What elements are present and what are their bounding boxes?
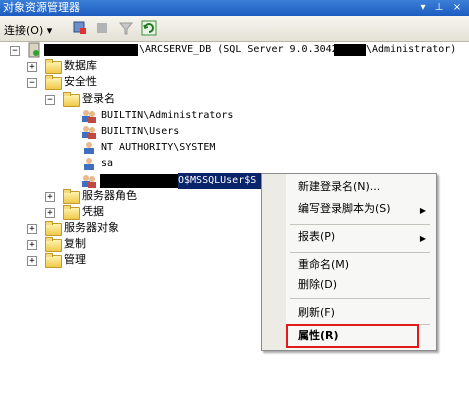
menu-item-label: 重命名(M)	[298, 258, 350, 271]
expand-icon[interactable]: +	[27, 224, 37, 234]
menu-item-rename[interactable]: 重命名(M)	[298, 256, 428, 274]
tree-label: 数据库	[64, 59, 97, 72]
tree-node-login[interactable]: BUILTIN\Users	[0, 124, 260, 140]
login-label: NT AUTHORITY\SYSTEM	[101, 142, 216, 153]
collapse-icon[interactable]: −	[45, 95, 55, 105]
users-group-icon	[82, 110, 96, 123]
tree-node-replication[interactable]: + 复制	[0, 236, 200, 252]
menu-item-script-login[interactable]: 编写登录脚本为(S)	[298, 200, 428, 218]
user-icon	[84, 158, 94, 170]
folder-icon	[45, 59, 62, 74]
tree-node-login[interactable]: BUILTIN\Administrators	[0, 108, 260, 124]
submenu-arrow-icon: ▶	[419, 234, 426, 243]
tree-node-credentials[interactable]: + 凭据	[0, 204, 200, 220]
tree-label: 复制	[64, 237, 86, 250]
menu-separator	[290, 298, 430, 299]
menu-item-delete[interactable]: 删除(D)	[298, 276, 428, 294]
folder-icon	[45, 253, 62, 268]
menu-item-new-login[interactable]: 新建登录名(N)...	[298, 178, 428, 196]
tree-node-management[interactable]: + 管理	[0, 252, 200, 268]
folder-icon	[45, 237, 62, 252]
redacted-block	[44, 44, 138, 56]
menu-separator	[290, 224, 430, 225]
close-icon[interactable]: ×	[450, 0, 464, 16]
collapse-icon[interactable]: −	[10, 46, 20, 56]
menu-item-reports[interactable]: 报表(P)	[298, 228, 428, 246]
connect-label: 连接(O)	[4, 24, 44, 37]
connect-button[interactable]: 连接(O) ▾	[4, 22, 52, 38]
toolbar: 连接(O) ▾	[0, 16, 469, 42]
chevron-down-icon: ▾	[46, 24, 53, 37]
login-label: O$MSSQLUser$S	[178, 175, 257, 186]
expand-icon[interactable]: +	[45, 192, 55, 202]
tree-label: 安全性	[64, 75, 97, 88]
tree-node-logins[interactable]: − 登录名	[0, 91, 200, 107]
expand-icon[interactable]: +	[27, 256, 37, 266]
collapse-icon[interactable]: −	[27, 78, 37, 88]
tree-node-login-selected[interactable]: O$MSSQLUser$S	[0, 173, 270, 189]
submenu-arrow-icon: ▶	[419, 206, 426, 215]
refresh-icon[interactable]	[141, 20, 157, 36]
expand-icon[interactable]: +	[27, 62, 37, 72]
redacted-block	[334, 44, 366, 56]
folder-icon	[45, 221, 62, 236]
users-group-icon	[82, 175, 96, 188]
annotation-highlight-box	[286, 324, 419, 348]
tree-node-login[interactable]: NT AUTHORITY\SYSTEM	[0, 140, 260, 156]
login-label: BUILTIN\Administrators	[101, 110, 234, 121]
menu-item-refresh[interactable]: 刷新(F)	[298, 304, 428, 322]
redacted-block	[100, 174, 178, 188]
menu-separator	[290, 252, 430, 253]
tree-node-server-roles[interactable]: + 服务器角色	[0, 188, 200, 204]
server-icon	[28, 42, 40, 58]
user-icon	[84, 142, 94, 154]
tree-label: 管理	[64, 253, 86, 266]
expand-icon[interactable]: +	[27, 240, 37, 250]
tree-node-server[interactable]: − \ARCSERVE_DB (SQL Server 9.0.3042 \Adm…	[0, 42, 469, 58]
login-label: BUILTIN\Users	[101, 126, 180, 137]
tree-node-login[interactable]: sa	[0, 156, 260, 172]
users-group-icon	[82, 126, 96, 139]
folder-open-icon	[63, 92, 80, 107]
folder-icon	[63, 205, 80, 220]
dropdown-icon[interactable]: ▾	[416, 0, 430, 16]
tree-node-databases[interactable]: + 数据库	[0, 58, 200, 74]
server-user: \Administrator)	[366, 44, 457, 55]
folder-open-icon	[45, 75, 62, 90]
expand-icon[interactable]: +	[45, 208, 55, 218]
server-label: \ARCSERVE_DB (SQL Server 9.0.3042	[139, 44, 338, 55]
menu-item-label: 报表(P)	[298, 230, 336, 243]
menu-item-label: 编写登录脚本为(S)	[298, 202, 391, 215]
menu-item-label: 新建登录名(N)...	[298, 180, 381, 193]
tree-label: 服务器角色	[82, 189, 137, 202]
menu-item-label: 刷新(F)	[298, 306, 335, 319]
tree-node-server-objects[interactable]: + 服务器对象	[0, 220, 200, 236]
connect-server-icon[interactable]	[72, 20, 88, 36]
folder-icon	[63, 189, 80, 204]
menu-gutter	[262, 174, 286, 350]
filter-icon[interactable]	[118, 20, 134, 36]
pin-icon[interactable]: ⊥	[432, 0, 446, 16]
menu-item-label: 删除(D)	[298, 278, 338, 291]
tree-label: 服务器对象	[64, 221, 119, 234]
tree-label: 登录名	[82, 92, 115, 105]
window-title: 对象资源管理器	[3, 1, 80, 14]
window-titlebar: 对象资源管理器 ▾ ⊥ ×	[0, 0, 469, 16]
stop-icon[interactable]	[94, 20, 110, 36]
login-label: sa	[101, 158, 114, 169]
tree-node-security[interactable]: − 安全性	[0, 74, 200, 90]
tree-label: 凭据	[82, 205, 104, 218]
